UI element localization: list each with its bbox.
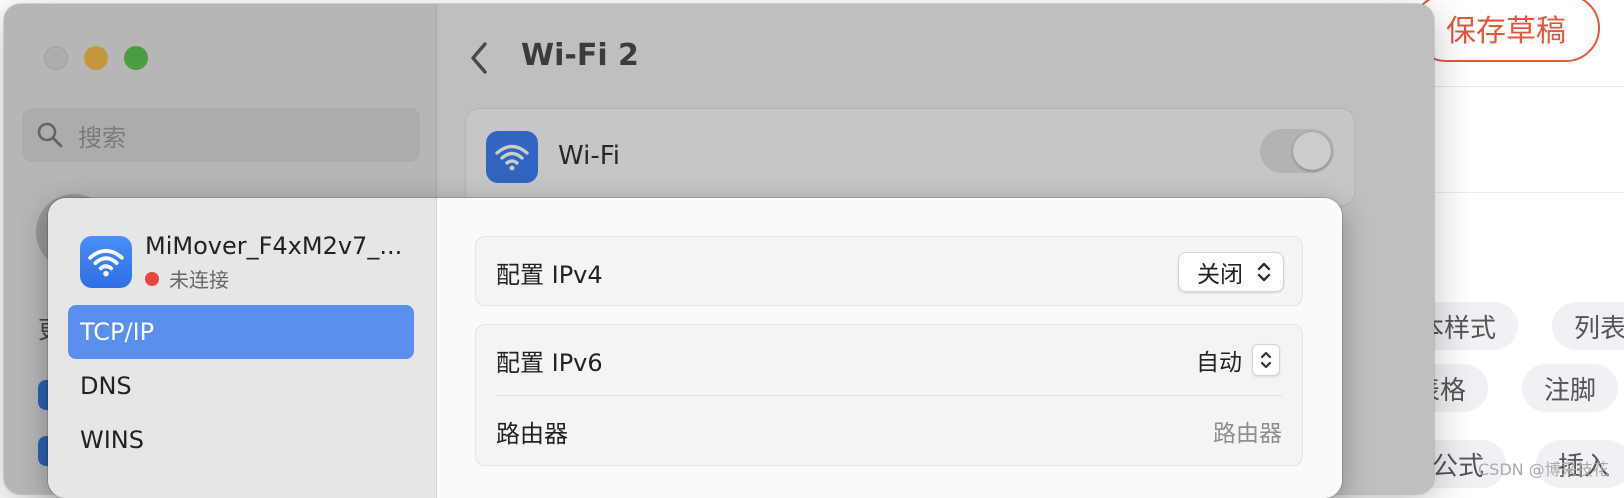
- ipv6-value: 自动: [1196, 350, 1242, 376]
- sheet-sidebar: MiMover_F4xM2v7_... 未连接 TCP/IP DNS WINS: [48, 198, 437, 498]
- nav-item-dns[interactable]: DNS: [68, 359, 414, 413]
- router-row: 路由器 路由器: [476, 396, 1302, 466]
- network-details-sheet: MiMover_F4xM2v7_... 未连接 TCP/IP DNS WINS …: [48, 198, 1342, 498]
- updown-chevron-icon: [1257, 262, 1271, 282]
- ipv6-label: 配置 IPv6: [496, 348, 603, 377]
- ipv4-popup-button[interactable]: 关闭: [1178, 252, 1284, 292]
- network-name: MiMover_F4xM2v7_...: [145, 232, 403, 260]
- network-status: 未连接: [145, 264, 229, 293]
- updown-chevron-icon: [1252, 344, 1280, 376]
- format-chip-footnote[interactable]: 注脚: [1522, 364, 1619, 412]
- watermark-text: CSDN @博采技花: [1478, 460, 1609, 479]
- ipv4-value: 关闭: [1197, 262, 1243, 288]
- status-dot-icon: [145, 271, 159, 286]
- nav-item-wins[interactable]: WINS: [68, 413, 414, 467]
- router-field[interactable]: 路由器: [1213, 414, 1282, 448]
- ipv6-group: 配置 IPv6 自动 路由器 路由器: [475, 324, 1303, 466]
- ipv4-label: 配置 IPv4: [496, 260, 603, 289]
- save-draft-button[interactable]: 保存草稿: [1412, 0, 1600, 62]
- network-status-text: 未连接: [169, 268, 229, 292]
- ipv4-group: 配置 IPv4 关闭: [475, 236, 1303, 306]
- format-chip-list[interactable]: 列表: [1552, 302, 1624, 350]
- ipv6-popup-button[interactable]: 自动: [1196, 343, 1280, 377]
- sheet-main: 配置 IPv4 关闭 配置 IPv6 自动 路由器 路由器: [437, 198, 1342, 498]
- ipv4-row: 配置 IPv4 关闭: [476, 237, 1302, 307]
- wifi-icon: [88, 248, 124, 277]
- router-label: 路由器: [496, 419, 568, 448]
- nav-item-tcpip[interactable]: TCP/IP: [68, 305, 414, 359]
- ipv6-row: 配置 IPv6 自动: [476, 325, 1302, 395]
- network-wifi-icon: [80, 236, 132, 288]
